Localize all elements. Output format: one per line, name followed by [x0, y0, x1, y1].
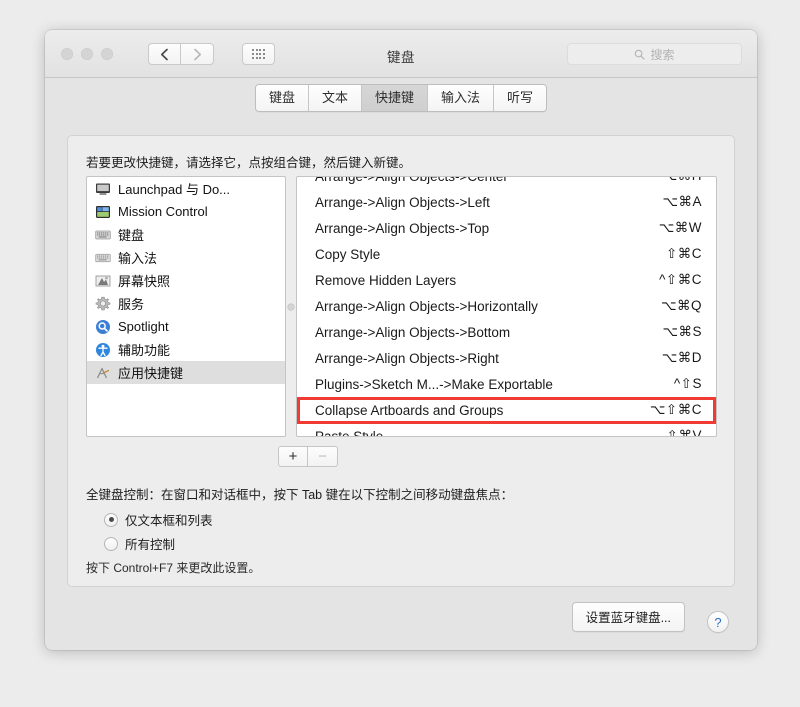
- input-source-icon: [95, 253, 111, 262]
- shortcut-list[interactable]: Arrange->Align Objects->Center ⌥⌘H Arran…: [296, 176, 717, 437]
- sidebar-item-keyboard[interactable]: 键盘: [87, 223, 285, 246]
- shortcut-keys: ⌥⌘W: [658, 220, 702, 235]
- sidebar-item-spotlight[interactable]: Spotlight: [87, 315, 285, 338]
- table-row[interactable]: Arrange->Align Objects->Horizontally ⌥⌘Q: [297, 293, 716, 319]
- shortcut-keys: ⌥⇧⌘C: [649, 402, 702, 417]
- radio-all-controls[interactable]: 所有控制: [104, 534, 175, 553]
- setup-bluetooth-keyboard-button[interactable]: 设置蓝牙键盘...: [571, 602, 685, 632]
- display-icon: [96, 183, 110, 195]
- radio-text-boxes-and-lists[interactable]: 仅文本框和列表: [104, 510, 213, 529]
- app-shortcuts-icon: [96, 367, 110, 378]
- add-shortcut-button[interactable]: +: [278, 446, 308, 467]
- table-row[interactable]: Arrange->Align Objects->Right ⌥⌘D: [297, 345, 716, 371]
- gear-icon: [95, 296, 111, 310]
- sidebar-item-label: 屏幕快照: [118, 274, 171, 289]
- mission-control-icon: [96, 205, 110, 218]
- shortcut-keys: ⌥⌘D: [661, 350, 702, 365]
- tab-input-source[interactable]: 输入法: [428, 85, 495, 111]
- shortcut-keys: ⌥⌘S: [662, 324, 702, 339]
- tab-dictation[interactable]: 听写: [494, 85, 547, 111]
- full-keyboard-access-title: 全键盘控制：在窗口和对话框中，按下 Tab 键在以下控制之间移动键盘焦点：: [86, 488, 514, 502]
- search-placeholder: 搜索: [650, 47, 675, 62]
- shortcut-keys: ⌥⌘A: [662, 194, 702, 209]
- shortcuts-panel: 若要更改快捷键，请选择它，点按组合键，然后键入新键。 Launchpad 与 D…: [67, 135, 735, 587]
- shortcut-name: Plugins->Sketch M...->Make Exportable: [315, 376, 553, 392]
- shortcut-name: Arrange->Align Objects->Bottom: [315, 324, 511, 340]
- radio-icon[interactable]: [104, 536, 118, 551]
- shortcut-name: Arrange->Align Objects->Top: [315, 220, 490, 236]
- shortcut-name: Copy Style: [315, 246, 381, 262]
- sidebar-item-screenshot[interactable]: 屏幕快照: [87, 269, 285, 292]
- screenshot-icon: [95, 275, 111, 286]
- sidebar-item-label: Mission Control: [118, 204, 208, 219]
- window-titlebar: 键盘 搜索: [45, 30, 757, 78]
- keyboard-preferences-window: 键盘 搜索 键盘 文本 快捷键 输入法 听写 若要更改快捷键，请选择它，点按组合…: [45, 30, 757, 650]
- shortcut-name: Arrange->Align Objects->Right: [315, 350, 499, 366]
- split-divider[interactable]: [286, 176, 296, 437]
- shortcut-list-scroll: Arrange->Align Objects->Center ⌥⌘H Arran…: [297, 176, 716, 437]
- table-row[interactable]: Arrange->Align Objects->Bottom ⌥⌘S: [297, 319, 716, 345]
- spotlight-icon: [96, 319, 110, 334]
- shortcut-keys: ⌥⌘H: [652, 177, 702, 184]
- sidebar-item-accessibility[interactable]: 辅助功能: [87, 338, 285, 361]
- sidebar-item-label: Spotlight: [118, 319, 169, 334]
- table-row[interactable]: Arrange->Align Objects->Center ⌥⌘H: [297, 176, 716, 189]
- sidebar-item-label: Launchpad 与 Do...: [118, 182, 231, 197]
- shortcut-name: Arrange->Align Objects->Left: [315, 194, 490, 210]
- table-row-highlighted[interactable]: Collapse Artboards and Groups ⌥⇧⌘C: [297, 396, 716, 424]
- shortcut-name: Collapse Artboards and Groups: [315, 402, 504, 418]
- sidebar-item-label: 输入法: [118, 251, 158, 266]
- tab-bar: 键盘 文本 快捷键 输入法 听写: [45, 84, 757, 112]
- table-row[interactable]: Arrange->Align Objects->Top ⌥⌘W: [297, 215, 716, 241]
- shortcut-keys: ⌥⌘Q: [660, 298, 702, 313]
- tab-keyboard[interactable]: 键盘: [255, 85, 309, 111]
- sidebar-item-label: 服务: [118, 297, 145, 312]
- shortcut-keys: ⇧⌘C: [665, 246, 702, 261]
- sidebar-item-label: 应用快捷键: [118, 366, 184, 381]
- table-row[interactable]: Copy Style ⇧⌘C: [297, 241, 716, 267]
- tab-group: 键盘 文本 快捷键 输入法 听写: [254, 84, 548, 112]
- instruction-text: 若要更改快捷键，请选择它，点按组合键，然后键入新键。: [86, 156, 412, 170]
- keyboard-icon: [95, 230, 111, 239]
- shortcut-name: Remove Hidden Layers: [315, 272, 457, 288]
- sidebar-item-label: 键盘: [118, 228, 145, 243]
- search-icon: [635, 49, 646, 60]
- table-row[interactable]: Remove Hidden Layers ^⇧⌘C: [297, 267, 716, 293]
- split-area: Launchpad 与 Do... Mission Control 键盘 输入法…: [86, 176, 717, 437]
- table-row[interactable]: Paste Style ⇧⌘V: [297, 423, 716, 437]
- sidebar-item-launchpad[interactable]: Launchpad 与 Do...: [87, 177, 285, 200]
- shortcut-keys: ^⇧⌘C: [659, 272, 702, 287]
- list-edit-buttons: + −: [278, 446, 338, 467]
- shortcut-name: Paste Style: [315, 428, 384, 437]
- radio-icon[interactable]: [104, 512, 118, 527]
- split-handle-icon[interactable]: [287, 303, 295, 310]
- accessibility-icon: [96, 342, 110, 357]
- shortcut-keys: ⇧⌘V: [666, 428, 702, 437]
- shortcut-name: Arrange->Align Objects->Horizontally: [315, 298, 538, 314]
- tab-text[interactable]: 文本: [308, 85, 362, 111]
- table-row[interactable]: Plugins->Sketch M...->Make Exportable ^⇧…: [297, 371, 716, 397]
- sidebar-item-services[interactable]: 服务: [87, 292, 285, 315]
- sidebar-item-label: 辅助功能: [118, 343, 171, 358]
- tab-shortcuts[interactable]: 快捷键: [361, 85, 428, 111]
- table-row[interactable]: Arrange->Align Objects->Left ⌥⌘A: [297, 189, 716, 215]
- search-input[interactable]: 搜索: [567, 43, 742, 65]
- shortcut-name: Arrange->Align Objects->Center: [315, 176, 508, 184]
- sidebar-item-app-shortcuts[interactable]: 应用快捷键: [87, 361, 285, 384]
- shortcut-category-list[interactable]: Launchpad 与 Do... Mission Control 键盘 输入法…: [86, 176, 286, 437]
- full-keyboard-access-note: 按下 Control+F7 来更改此设置。: [86, 561, 261, 575]
- help-button[interactable]: ?: [707, 611, 729, 633]
- radio-label: 仅文本框和列表: [125, 514, 213, 528]
- sidebar-item-mission-control[interactable]: Mission Control: [87, 200, 285, 223]
- radio-label: 所有控制: [125, 538, 176, 552]
- remove-shortcut-button: −: [308, 446, 338, 467]
- shortcut-keys: ^⇧S: [673, 376, 702, 391]
- sidebar-item-input-source[interactable]: 输入法: [87, 246, 285, 269]
